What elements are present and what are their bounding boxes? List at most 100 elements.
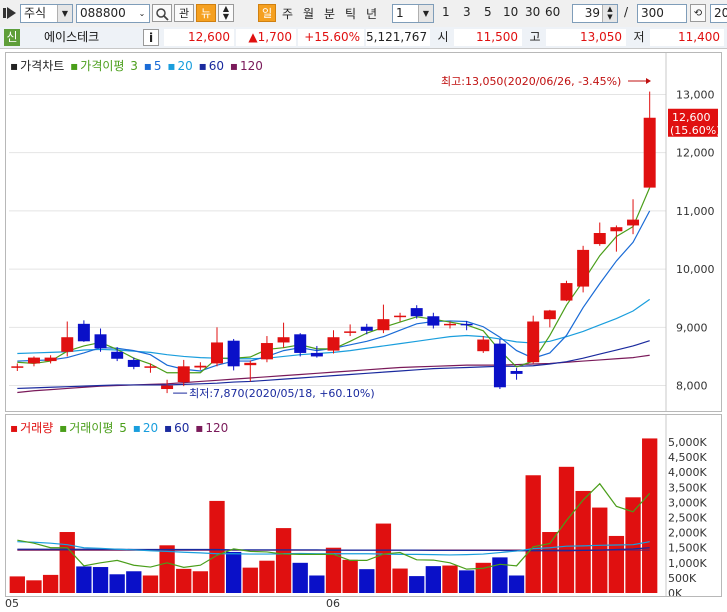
open-label: 시 (437, 30, 449, 44)
volume-bar (525, 475, 541, 593)
candle-body (577, 249, 590, 287)
price-chart-panel[interactable]: 13,000 12,000 11,000 10,000 9,000 8,000 최고:13,… (5, 52, 722, 412)
minute-button[interactable]: 분 (324, 5, 335, 22)
period-60[interactable]: 60 (545, 5, 560, 19)
candle-body (161, 385, 174, 390)
period-10[interactable]: 10 (503, 5, 518, 19)
period-30[interactable]: 30 (525, 5, 540, 19)
market-select[interactable]: 주식 ▼ (20, 4, 73, 23)
arrow-right-icon (646, 78, 651, 84)
volume-y-tick: 3,500K (668, 481, 707, 494)
tick-button[interactable]: 틱 (345, 5, 356, 22)
ma-60: 60 (208, 59, 225, 73)
price-chart-svg: 13,000 12,000 11,000 10,000 9,000 8,000 최고:13,… (9, 53, 721, 411)
price-legend: ▪ 가격차트 ▪ 가격이평 3 ▪ 5 ▪ 20 ▪ 60 ▪ 120 (10, 57, 265, 74)
slash-separator: / (624, 5, 629, 19)
volume-bar (92, 567, 109, 593)
search-button[interactable] (152, 4, 172, 22)
candle-body (144, 366, 157, 368)
low-value: 11,400 (650, 29, 724, 46)
volume-bar (259, 560, 275, 593)
toolbar-arrow-icon[interactable] (3, 6, 17, 20)
price-y-tick: 9,000 (676, 321, 708, 334)
volume-y-tick: 2,000K (668, 527, 707, 540)
candle-body (410, 308, 423, 317)
candle-body (593, 233, 606, 245)
year-button[interactable]: 년 (366, 5, 377, 22)
info-icon[interactable]: i (143, 29, 159, 46)
volume-ma-label: 거래이평 (69, 421, 114, 435)
period-5[interactable]: 5 (484, 5, 492, 19)
volume-bar (492, 557, 508, 593)
news-button[interactable]: 뉴 (196, 4, 216, 22)
candle-body (627, 219, 640, 226)
legend-marker-icon: ▪ (143, 59, 152, 73)
stepper-icon[interactable]: ▲ ▼ (602, 5, 617, 22)
ma-20: 20 (177, 59, 193, 73)
interval-select-value: 1 (396, 6, 404, 20)
volume-bar (159, 545, 175, 593)
reset-icon[interactable]: ⟲ (690, 4, 706, 22)
search-icon (156, 8, 169, 21)
ma-3: 3 (130, 59, 138, 73)
period-3[interactable]: 3 (463, 5, 471, 19)
volume-y-tick: 2,500K (668, 512, 707, 525)
volume-bar (76, 566, 92, 593)
candle-body (643, 117, 656, 188)
total-count-value: 300 (641, 6, 664, 20)
candle-body (194, 365, 207, 368)
candle-body (244, 362, 257, 366)
total-count-input[interactable]: 300 (637, 4, 687, 23)
price-y-tick: 12,000 (676, 147, 715, 160)
price-ma-label: 가격이평 (80, 59, 125, 73)
updown-spinner[interactable]: ▲ ▼ (218, 4, 234, 22)
day-button[interactable]: 일 (258, 4, 276, 22)
week-button[interactable]: 주 (282, 5, 293, 22)
volume-bar (59, 532, 75, 593)
toolbar: 주식 ▼ 088800 ⌄ 관 뉴 ▲ ▼ 일 주 월 분 틱 년 1 ▼ 1 … (0, 0, 727, 28)
volume-bar (275, 528, 292, 593)
volume-bar (42, 574, 59, 593)
month-button[interactable]: 월 (303, 5, 314, 22)
spin-down-icon[interactable]: ▼ (219, 13, 233, 21)
legend-marker-icon: ▪ (10, 421, 19, 435)
volume-bar (192, 571, 209, 593)
candle-body (260, 343, 273, 360)
candle-body (227, 340, 240, 367)
volume-bar (209, 500, 225, 593)
volume-bar (442, 565, 458, 593)
volume-bar (9, 576, 25, 593)
volume-bar (558, 466, 575, 593)
open-value: 11,500 (454, 29, 522, 46)
volume-y-tick: 5,000K (668, 436, 707, 449)
volume-bar (409, 576, 425, 593)
candle-body (11, 366, 24, 368)
volume-bar (292, 562, 308, 593)
interest-button[interactable]: 관 (174, 4, 194, 22)
chevron-down-icon: ▼ (57, 5, 72, 22)
legend-marker-icon: ▪ (229, 59, 238, 73)
candle-body (527, 321, 540, 363)
volume-bar (642, 438, 658, 593)
code-input[interactable]: 088800 ⌄ (76, 4, 150, 23)
count-stepper[interactable]: 39 ▲ ▼ (572, 4, 618, 23)
legend-marker-icon: ▪ (167, 59, 176, 73)
legend-marker-icon: ▪ (163, 421, 173, 435)
low-annotation: 최저:7,870(2020/05/18, +60.10%) (189, 387, 375, 400)
low-label: 저 (633, 30, 645, 44)
legend-marker-icon: ▪ (59, 421, 68, 435)
date-input[interactable]: 2020 (710, 4, 727, 23)
candle-body (610, 227, 623, 232)
candle-body (327, 337, 340, 351)
candle-body (493, 343, 506, 388)
current-price-tag: 12,600 (672, 111, 711, 124)
volume-bar (458, 570, 475, 593)
period-1[interactable]: 1 (442, 5, 450, 19)
vma-20: 20 (142, 421, 159, 435)
interval-select[interactable]: 1 ▼ (392, 4, 434, 23)
ma-120: 120 (240, 59, 263, 73)
legend-marker-icon: ▪ (10, 59, 19, 73)
legend-marker-icon: ▪ (70, 59, 79, 73)
volume-y-tick: 500K (668, 572, 697, 585)
volume-chart-panel[interactable]: 5,000K 4,500K 4,000K 3,500K 3,000K 2,500K 2,00… (5, 414, 722, 597)
